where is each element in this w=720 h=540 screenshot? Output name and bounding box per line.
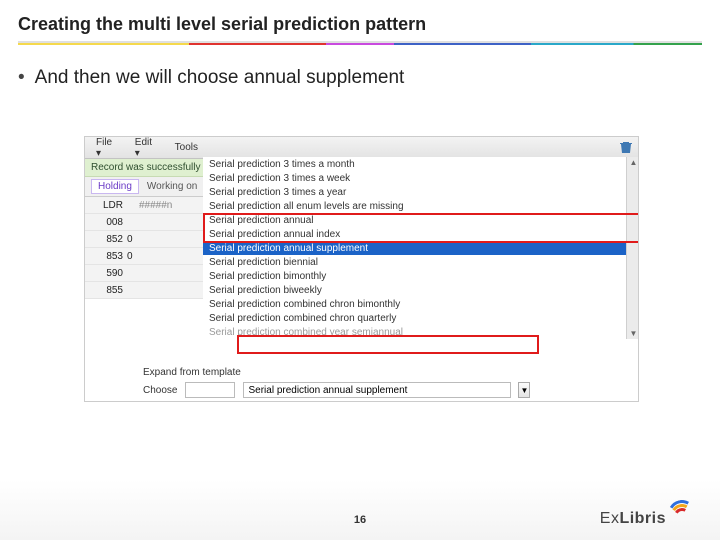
slide-title: Creating the multi level serial predicti… bbox=[18, 14, 702, 35]
template-dropdown-button[interactable]: ▼ bbox=[518, 382, 530, 398]
dropdown-option[interactable]: Serial prediction combined chron quarter… bbox=[203, 311, 639, 325]
dropdown-option[interactable]: Serial prediction all enum levels are mi… bbox=[203, 199, 639, 213]
tab-holding[interactable]: Holding bbox=[91, 179, 139, 194]
status-text: Record was successfully saved bbox=[91, 162, 203, 173]
marc-grid: LDR#####n00885208530590855 bbox=[85, 197, 203, 299]
dropdown-option[interactable]: Serial prediction bimonthly bbox=[203, 269, 639, 283]
scrollbar[interactable]: ▲ ▼ bbox=[626, 157, 639, 339]
marc-tag: 590 bbox=[85, 268, 127, 279]
marc-row[interactable]: LDR #####n bbox=[85, 197, 203, 214]
template-dropdown[interactable]: Serial prediction 3 times a monthSerial … bbox=[203, 157, 639, 339]
bullet-text: And then we will choose annual supplemen… bbox=[35, 67, 405, 89]
dropdown-option[interactable]: Serial prediction combined year semiannu… bbox=[203, 325, 639, 339]
bullet-dot: • bbox=[18, 68, 25, 87]
dropdown-option[interactable]: Serial prediction 3 times a month bbox=[203, 157, 639, 171]
dropdown-option[interactable]: Serial prediction annual index bbox=[203, 227, 639, 241]
marc-row[interactable]: 590 bbox=[85, 265, 203, 282]
marc-row[interactable]: 8520 bbox=[85, 231, 203, 248]
dropdown-option[interactable]: Serial prediction annual supplement bbox=[203, 241, 639, 255]
dropdown-option[interactable]: Serial prediction biweekly bbox=[203, 283, 639, 297]
expand-template-form: Expand from template Choose ▼ Template bbox=[143, 367, 639, 402]
marc-tag: 008 bbox=[85, 217, 127, 228]
dropdown-option[interactable]: Serial prediction combined chron bimonth… bbox=[203, 297, 639, 311]
marc-row[interactable]: 855 bbox=[85, 282, 203, 299]
marc-ind1: 0 bbox=[127, 234, 133, 245]
dropdown-option[interactable]: Serial prediction annual bbox=[203, 213, 639, 227]
marc-row[interactable]: 8530 bbox=[85, 248, 203, 265]
template-value-input[interactable] bbox=[243, 382, 511, 398]
choose-input[interactable] bbox=[185, 382, 235, 398]
marc-val: #####n bbox=[139, 200, 172, 211]
menu-tools[interactable]: Tools bbox=[170, 140, 203, 155]
marc-tag: 852 bbox=[85, 234, 127, 245]
menu-file[interactable]: File ▾ bbox=[91, 136, 124, 161]
menu-edit[interactable]: Edit ▾ bbox=[130, 136, 164, 161]
screenshot-panel: File ▾ Edit ▾ Tools Record was successfu… bbox=[84, 136, 639, 402]
title-underline bbox=[18, 41, 702, 45]
dropdown-option[interactable]: Serial prediction biennial bbox=[203, 255, 639, 269]
marc-tag: 855 bbox=[85, 285, 127, 296]
marc-tag: LDR bbox=[85, 200, 127, 211]
app-toolbar: File ▾ Edit ▾ Tools bbox=[85, 137, 638, 159]
marc-tag: 853 bbox=[85, 251, 127, 262]
tab-working[interactable]: Working on bbox=[147, 181, 197, 192]
dropdown-option[interactable]: Serial prediction 3 times a week bbox=[203, 171, 639, 185]
expand-label: Expand from template bbox=[143, 367, 639, 378]
dropdown-option[interactable]: Serial prediction 3 times a year bbox=[203, 185, 639, 199]
bullet-item: • And then we will choose annual supplem… bbox=[18, 67, 702, 89]
scroll-up-icon[interactable]: ▲ bbox=[630, 157, 638, 168]
exlibris-logo: ExLibris bbox=[600, 502, 698, 528]
choose-label: Choose bbox=[143, 385, 177, 396]
trash-icon[interactable] bbox=[618, 139, 634, 155]
marc-row[interactable]: 008 bbox=[85, 214, 203, 231]
scroll-down-icon[interactable]: ▼ bbox=[630, 328, 638, 339]
editor-body: LDR#####n00885208530590855 Serial predic… bbox=[85, 197, 638, 402]
marc-ind1: 0 bbox=[127, 251, 133, 262]
